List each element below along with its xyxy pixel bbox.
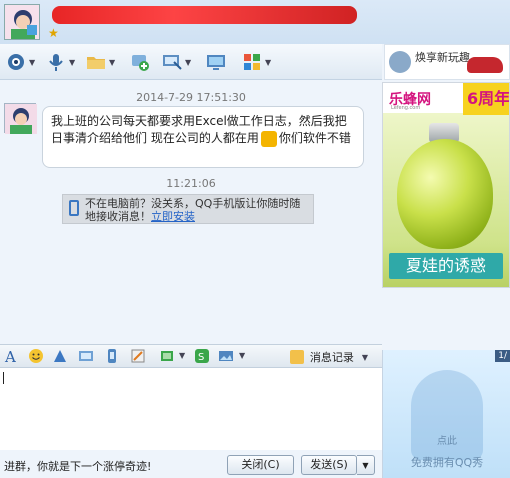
page-indicator: 1/ (495, 350, 510, 362)
ad-top-text: 焕享新玩趣 (415, 51, 470, 64)
side-advertisement[interactable]: 乐蜂网 Lefeng.com 6周年 夏娃的诱惑 (382, 82, 510, 288)
star-icon: ★ (48, 26, 59, 40)
ad-banner-text: 6周年 (467, 89, 510, 108)
magic-emoji-icon[interactable] (52, 348, 68, 364)
ad-anniversary-banner: 6周年 (463, 83, 510, 115)
ad-slogan: 夏娃的诱惑 (389, 253, 503, 279)
chevron-down-icon: ▼ (265, 57, 272, 67)
apps-button[interactable]: ▼ (242, 50, 271, 74)
text-cursor (3, 372, 4, 384)
chat-toolbar: ▼ ▼ ▼ ▼ ▼ (0, 44, 382, 80)
chevron-down-icon: ▼ (362, 461, 369, 470)
chevron-down-icon: ▼ (109, 57, 116, 67)
send-button[interactable]: 发送(S) (301, 455, 357, 475)
video-call-button[interactable]: ▼ (6, 50, 35, 74)
qq-show-panel[interactable]: 1/ 点此 免费拥有QQ秀 (382, 350, 510, 478)
message-input[interactable] (0, 368, 382, 450)
camera-icon (8, 54, 24, 70)
remote-icon (163, 55, 182, 70)
message-bubble: 我上班的公司每天都要求用Excel做工作日志，然后我把日事清介绍给他们 现在公司… (42, 106, 364, 168)
apps-grid-icon (244, 54, 260, 70)
send-file-button[interactable]: ▼ (86, 50, 115, 74)
window-shake-icon[interactable] (78, 348, 94, 364)
system-notice-line1: 不在电脑前？没关系，QQ手机版让你随时随 (85, 197, 301, 210)
folder-icon (87, 57, 105, 69)
system-notice: 不在电脑前？没关系，QQ手机版让你随时随 地接收消息！立即安装 (62, 194, 314, 224)
send-image-icon[interactable] (218, 348, 234, 364)
edit-icon[interactable] (130, 348, 146, 364)
add-message-icon (132, 55, 149, 71)
thumbs-up-icon (260, 130, 277, 147)
chevron-down-icon: ▼ (69, 57, 76, 67)
car-image (467, 57, 503, 73)
message-timestamp: 11:21:06 (166, 177, 216, 190)
sender-avatar[interactable] (4, 103, 37, 134)
close-button[interactable]: 关闭(C) (227, 455, 294, 475)
emoji-icon[interactable] (28, 348, 44, 364)
chat-header: ★ (0, 0, 510, 44)
screenshot-icon[interactable] (160, 348, 176, 364)
ad-brand-sub: Lefeng.com (391, 105, 421, 111)
screen-share-icon (207, 55, 225, 70)
chevron-down-icon: ▼ (29, 57, 36, 67)
bottom-bar: 进群，你就是下一个涨停奇迹! 关闭(C) 发送(S) ▼ (0, 452, 382, 478)
group-promo-link[interactable]: 进群，你就是下一个涨停奇迹! (4, 458, 151, 474)
install-now-link[interactable]: 立即安装 (151, 210, 195, 223)
history-icon (289, 350, 304, 364)
top-advertisement[interactable]: 焕享新玩趣 (384, 44, 510, 80)
input-toolbar: A ▼ S ▼ 消息记录 ▼ (0, 344, 382, 368)
microphone-icon (49, 54, 63, 71)
perfume-bottle-image (397, 139, 493, 249)
message-history-button[interactable]: 消息记录 ▼ (289, 349, 368, 365)
mobile-phone-icon (69, 200, 79, 216)
contact-avatar[interactable] (4, 4, 40, 40)
voice-call-button[interactable]: ▼ (46, 50, 75, 74)
system-notice-line2: 地接收消息！ (85, 210, 151, 223)
contact-name-redacted (52, 6, 357, 24)
remote-assist-button[interactable]: ▼ (162, 50, 191, 74)
send-options-button[interactable]: ▼ (357, 455, 375, 475)
chevron-down-icon: ▼ (185, 57, 192, 67)
message-history-label: 消息记录 (309, 351, 354, 364)
chevron-down-icon[interactable]: ▼ (179, 351, 185, 360)
music-icon[interactable]: S (194, 348, 210, 364)
message-history[interactable]: 2014-7-29 17:51:30 我上班的公司每天都要求用Excel做工作日… (0, 81, 382, 344)
voice-message-icon[interactable] (104, 348, 120, 364)
font-icon[interactable]: A (4, 348, 20, 364)
free-qq-show-link[interactable]: 免费拥有QQ秀 (383, 454, 510, 470)
chevron-down-icon[interactable]: ▼ (239, 351, 245, 360)
brand-logo (389, 51, 411, 73)
svg-text:A: A (4, 348, 16, 364)
click-here-hint: 点此 (437, 436, 457, 447)
chevron-down-icon: ▼ (361, 352, 368, 362)
add-message-button[interactable] (130, 50, 150, 74)
message-timestamp: 2014-7-29 17:51:30 (136, 91, 246, 104)
svg-text:S: S (198, 352, 204, 363)
message-text-tail: 你们软件不错 (278, 131, 351, 145)
screen-share-button[interactable] (206, 50, 226, 74)
